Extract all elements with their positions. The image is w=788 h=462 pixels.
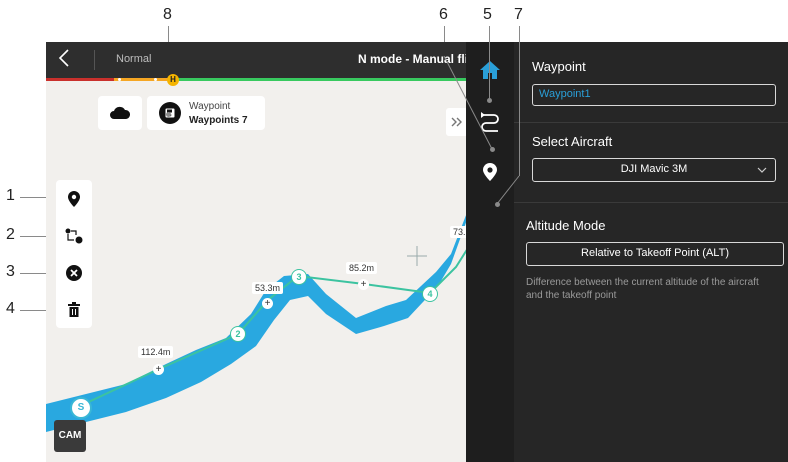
altitude-mode-value: Relative to Takeoff Point (ALT) bbox=[581, 247, 729, 259]
battery-critical-segment bbox=[46, 78, 114, 81]
waypoint-name-field[interactable]: Waypoint1 bbox=[532, 84, 776, 106]
route-icon bbox=[481, 112, 499, 132]
home-tab[interactable] bbox=[478, 58, 502, 82]
reverse-route-button[interactable] bbox=[56, 217, 92, 254]
map-tools-panel bbox=[56, 180, 92, 328]
distance-label: 112.4m bbox=[138, 346, 174, 358]
divider bbox=[514, 122, 788, 123]
waypoint-tab[interactable] bbox=[478, 160, 502, 184]
route-swap-icon bbox=[65, 228, 83, 243]
altitude-mode-button[interactable]: Relative to Takeoff Point (ALT) bbox=[526, 242, 784, 266]
callout-7: 7 bbox=[514, 6, 523, 23]
status-title: N mode - Manual fli bbox=[358, 52, 469, 66]
altitude-mode-description: Difference between the current altitude … bbox=[526, 277, 759, 301]
waypoint-marker[interactable]: 3 bbox=[291, 269, 307, 285]
callout-4: 4 bbox=[6, 300, 15, 317]
add-waypoint-marker[interactable]: + bbox=[358, 279, 369, 290]
trash-icon bbox=[68, 302, 80, 317]
callout-3: 3 bbox=[6, 263, 15, 280]
callout-8-dot bbox=[166, 112, 171, 117]
waypoint-name-value: Waypoint1 bbox=[539, 88, 591, 100]
callout-5-dot bbox=[487, 98, 492, 103]
waypoint-card-value: Waypoints 7 bbox=[189, 115, 248, 126]
battery-marker bbox=[154, 78, 157, 81]
app-screen: 112.4m + 53.3m + 85.2m + 73. 2 3 4 S Nor… bbox=[46, 42, 788, 462]
route-tab[interactable] bbox=[478, 110, 502, 134]
waypoint-marker[interactable]: 4 bbox=[422, 286, 438, 302]
add-waypoint-marker[interactable]: + bbox=[153, 364, 164, 375]
waypoint-marker[interactable]: 2 bbox=[230, 326, 246, 342]
callout-5: 5 bbox=[483, 6, 492, 23]
callout-6-dot bbox=[490, 147, 495, 152]
callout-7-dot bbox=[495, 202, 500, 207]
battery-low-segment bbox=[114, 78, 170, 81]
cloud-button[interactable] bbox=[98, 96, 142, 130]
callout-1: 1 bbox=[6, 187, 15, 204]
top-bar: Normal N mode - Manual fli bbox=[46, 42, 469, 78]
double-chevron-right-icon bbox=[451, 117, 462, 127]
altitude-mode-label: Altitude Mode bbox=[526, 218, 606, 233]
clear-route-button[interactable] bbox=[56, 254, 92, 291]
save-waypoint-card[interactable]: Waypoint Waypoints 7 bbox=[147, 96, 265, 130]
close-circle-icon bbox=[66, 264, 82, 281]
callout-7-line bbox=[519, 26, 520, 176]
divider bbox=[94, 50, 95, 70]
select-aircraft-label: Select Aircraft bbox=[532, 134, 613, 149]
location-pin-icon bbox=[68, 190, 80, 207]
locate-button[interactable] bbox=[56, 180, 92, 217]
aircraft-select[interactable]: DJI Mavic 3M bbox=[532, 158, 776, 182]
callout-2: 2 bbox=[6, 226, 15, 243]
callout-5-line bbox=[489, 26, 490, 100]
chevron-down-icon bbox=[757, 167, 767, 173]
callout-6: 6 bbox=[439, 6, 448, 23]
distance-label: 53.3m bbox=[252, 282, 284, 294]
panel-tab-strip bbox=[466, 42, 514, 462]
waypoint-card-label: Waypoint bbox=[189, 101, 231, 112]
battery-bar bbox=[46, 78, 466, 81]
waypoint-label: Waypoint bbox=[532, 59, 586, 74]
aircraft-select-value: DJI Mavic 3M bbox=[620, 163, 688, 175]
start-point-marker[interactable]: S bbox=[70, 397, 92, 419]
delete-button[interactable] bbox=[56, 291, 92, 328]
collapse-panel-button[interactable] bbox=[446, 108, 468, 136]
home-return-marker: H bbox=[167, 74, 179, 86]
distance-label: 85.2m bbox=[346, 262, 378, 274]
chevron-left-icon bbox=[58, 49, 69, 67]
home-icon bbox=[480, 61, 500, 79]
cloud-icon bbox=[110, 106, 131, 119]
battery-marker bbox=[118, 78, 121, 81]
location-pin-icon bbox=[483, 163, 497, 181]
camera-button[interactable]: CAM bbox=[54, 420, 86, 452]
callout-8: 8 bbox=[163, 6, 172, 23]
divider bbox=[514, 202, 788, 203]
flight-mode: Normal bbox=[116, 53, 152, 65]
back-button[interactable] bbox=[58, 48, 70, 74]
add-waypoint-marker[interactable]: + bbox=[262, 298, 273, 309]
settings-panel: Waypoint Waypoint1 Select Aircraft DJI M… bbox=[514, 42, 788, 462]
